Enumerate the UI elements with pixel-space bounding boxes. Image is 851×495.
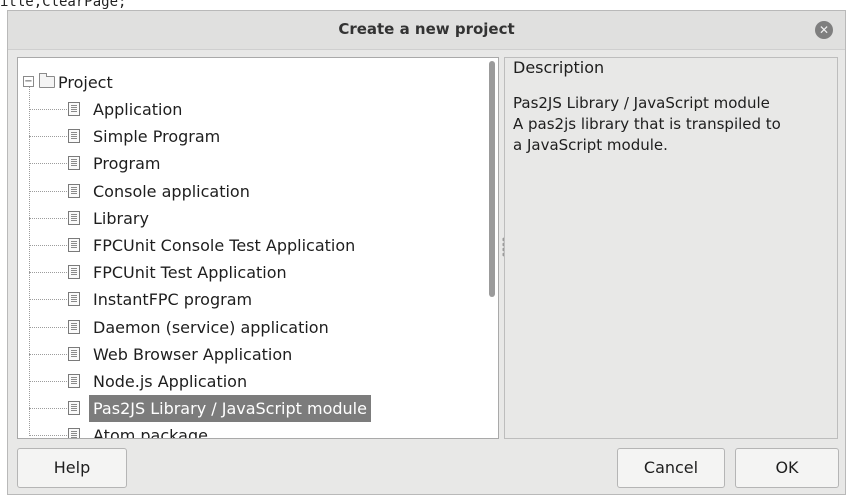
description-legend: Description <box>511 58 607 77</box>
tree-scrollbar[interactable] <box>489 61 495 297</box>
tree-item-label: Node.js Application <box>93 372 248 391</box>
document-icon <box>68 210 80 225</box>
document-icon <box>68 102 80 116</box>
tree-item-label: FPCUnit Console Test Application <box>93 236 356 255</box>
cancel-button[interactable]: Cancel <box>617 448 725 488</box>
tree-item-label: InstantFPC program <box>93 290 253 310</box>
tree-connector <box>29 109 67 110</box>
tree-connector <box>29 435 67 437</box>
tree-connector <box>29 245 67 246</box>
document-icon <box>68 428 80 438</box>
tree-item-label: Simple Program <box>93 127 221 147</box>
tree-item-label: Application <box>93 100 183 119</box>
tree-connector <box>29 272 67 274</box>
document-icon <box>68 238 80 252</box>
tree-item-label: FPCUnit Test Application <box>93 263 287 283</box>
tree-connector <box>29 136 67 138</box>
description-line: Pas2JS Library / JavaScript module <box>513 94 770 112</box>
document-icon <box>68 292 80 307</box>
document-icon <box>68 129 80 144</box>
title-bar[interactable]: Create a new project ✕ <box>8 11 845 50</box>
folder-icon <box>39 73 55 88</box>
tree-item-label: Console application <box>93 181 250 201</box>
tree-item-label: Library <box>93 208 149 228</box>
ok-button[interactable]: OK <box>735 448 839 488</box>
project-type-tree[interactable]: − Project Application Simple Program Progr… <box>17 57 499 439</box>
tree-item-label: Program <box>93 154 161 174</box>
tree-connector <box>29 326 67 328</box>
close-icon[interactable]: ✕ <box>815 21 833 39</box>
description-line: a JavaScript module. <box>513 136 668 154</box>
document-icon <box>68 183 80 198</box>
document-icon <box>68 401 80 416</box>
description-group: Description Pas2JS Library / JavaScript … <box>504 57 838 439</box>
tree-item-label: Web Browser Application <box>93 344 293 364</box>
tree-connector <box>29 381 67 382</box>
tree-connector <box>29 299 67 301</box>
document-icon <box>68 156 80 171</box>
document-icon <box>68 346 80 361</box>
document-icon <box>68 374 80 388</box>
document-icon <box>68 319 80 334</box>
tree-item-label: Atom package <box>93 426 208 439</box>
collapse-icon[interactable]: − <box>23 76 34 87</box>
tree-item-label: Pas2JS Library / JavaScript module <box>89 395 371 423</box>
description-text: Pas2JS Library / JavaScript module A pas… <box>513 93 833 156</box>
help-button[interactable]: Help <box>17 448 127 488</box>
dialog-title: Create a new project <box>338 20 515 38</box>
background-editor-text: itle,ClearPage; <box>0 0 127 10</box>
new-project-dialog: Create a new project ✕ − Project Applica… <box>7 10 846 495</box>
description-line: A pas2js library that is transpiled to <box>513 115 781 133</box>
tree-connector <box>29 190 67 192</box>
tree-item-label: Daemon (service) application <box>93 317 329 337</box>
tree-connector <box>29 163 67 165</box>
tree-root-label: Project <box>58 73 113 92</box>
document-icon <box>68 265 80 280</box>
tree-connector <box>29 353 67 355</box>
tree-connector <box>29 408 67 410</box>
tree-connector <box>29 217 67 219</box>
